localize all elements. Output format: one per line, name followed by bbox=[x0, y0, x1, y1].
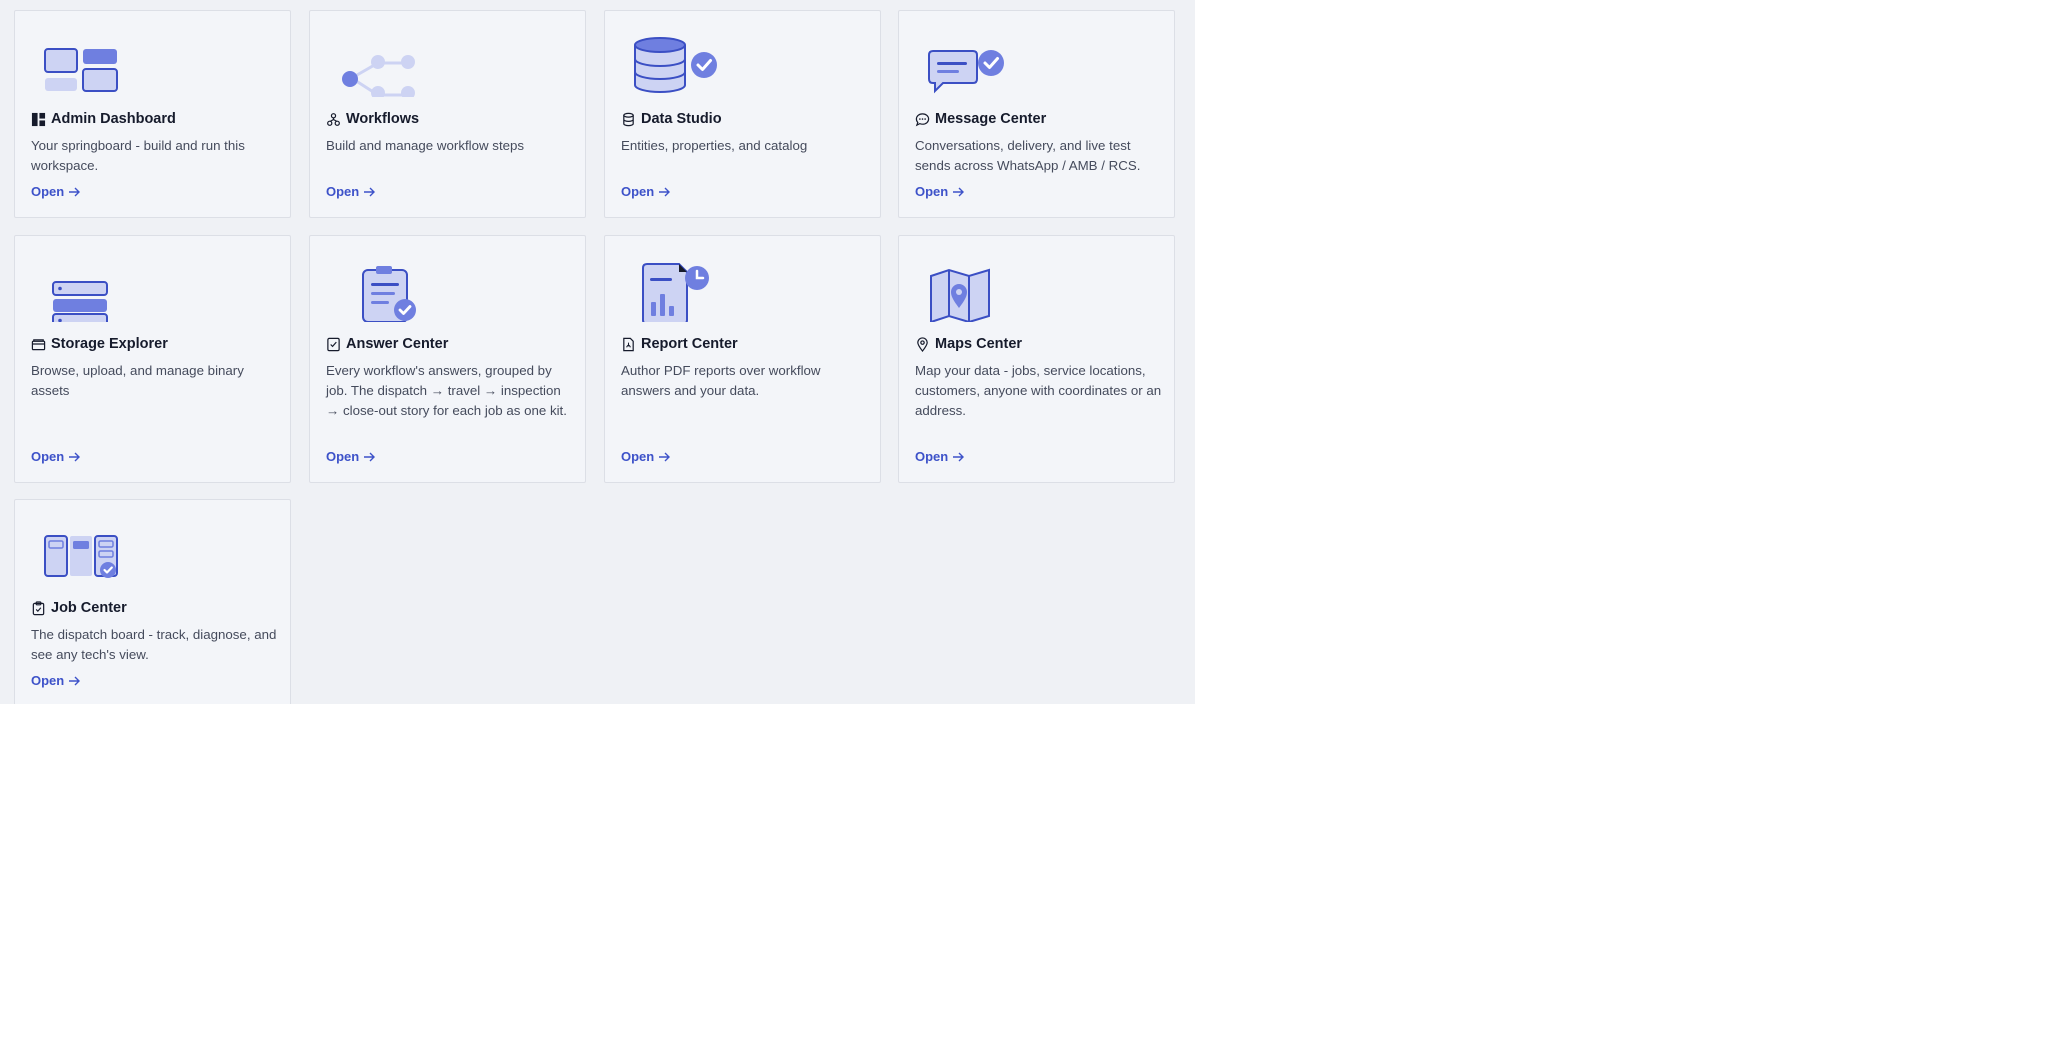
card-title: Maps Center bbox=[915, 336, 1022, 352]
card-description: Map your data - jobs, service locations,… bbox=[915, 363, 1162, 418]
arrow-right-icon bbox=[364, 452, 376, 461]
arrow-right-icon bbox=[659, 452, 671, 461]
dashboard-icon bbox=[31, 112, 46, 126]
card-title: Message Center bbox=[915, 111, 1046, 127]
map-pin-icon bbox=[917, 336, 928, 352]
card-answer-center[interactable]: Answer Center Every workflow's answers, … bbox=[309, 235, 586, 483]
card-description: Build and manage workflow steps bbox=[326, 138, 525, 153]
card-workflows[interactable]: Workflows Build and manage workflow step… bbox=[309, 10, 586, 218]
database-illustration bbox=[634, 37, 717, 93]
arrow-right-icon bbox=[69, 676, 81, 685]
checklist-icon bbox=[327, 337, 340, 351]
clipboard-illustration bbox=[362, 266, 416, 322]
card-description: Browse, upload, and manage binary assets bbox=[31, 363, 244, 398]
apps-panel: Admin Dashboard Your springboard - build… bbox=[0, 0, 1195, 704]
storage-icon bbox=[31, 338, 46, 350]
job-board-illustration bbox=[44, 535, 118, 578]
report-illustration bbox=[642, 263, 709, 322]
card-description: Entities, properties, and catalog bbox=[621, 138, 808, 153]
open-link[interactable]: Open bbox=[621, 449, 671, 464]
card-admin-dashboard[interactable]: Admin Dashboard Your springboard - build… bbox=[14, 10, 291, 218]
open-link[interactable]: Open bbox=[31, 449, 81, 464]
card-description: Every workflow's answers, grouped by job… bbox=[326, 363, 567, 418]
map-illustration bbox=[930, 268, 990, 322]
card-data-studio[interactable]: Data Studio Entities, properties, and ca… bbox=[604, 10, 881, 218]
pdf-file-icon bbox=[623, 337, 634, 351]
card-title: Admin Dashboard bbox=[31, 111, 176, 127]
card-title: Workflows bbox=[326, 111, 419, 127]
database-icon bbox=[623, 112, 634, 126]
arrow-right-icon bbox=[953, 187, 965, 196]
dashboard-illustration bbox=[44, 48, 118, 92]
open-link[interactable]: Open bbox=[31, 184, 81, 199]
card-title: Data Studio bbox=[621, 111, 722, 127]
card-description: Conversations, delivery, and live test s… bbox=[915, 138, 1141, 173]
open-link[interactable]: Open bbox=[621, 184, 671, 199]
card-report-center[interactable]: Report Center Author PDF reports over wo… bbox=[604, 235, 881, 483]
workflow-icon bbox=[327, 112, 340, 126]
card-message-center[interactable]: Message Center Conversations, delivery, … bbox=[898, 10, 1175, 218]
open-link[interactable]: Open bbox=[326, 449, 376, 464]
open-link[interactable]: Open bbox=[31, 673, 81, 688]
open-link[interactable]: Open bbox=[326, 184, 376, 199]
message-icon bbox=[915, 112, 930, 126]
message-illustration bbox=[928, 50, 1004, 94]
card-job-center[interactable]: Job Center The dispatch board - track, d… bbox=[14, 499, 291, 704]
card-description: Author PDF reports over workflow answers… bbox=[621, 363, 821, 398]
card-title: Job Center bbox=[31, 600, 127, 616]
open-link[interactable]: Open bbox=[915, 449, 965, 464]
arrow-right-icon bbox=[69, 187, 81, 196]
arrow-right-icon bbox=[69, 452, 81, 461]
card-maps-center[interactable]: Maps Center Map your data - jobs, servic… bbox=[898, 235, 1175, 483]
storage-illustration bbox=[52, 281, 108, 322]
card-title: Storage Explorer bbox=[31, 336, 168, 352]
arrow-right-icon bbox=[659, 187, 671, 196]
card-title: Report Center bbox=[621, 336, 738, 352]
arrow-right-icon bbox=[364, 187, 376, 196]
workflow-illustration bbox=[342, 55, 415, 97]
open-link[interactable]: Open bbox=[915, 184, 965, 199]
card-storage-explorer[interactable]: Storage Explorer Browse, upload, and man… bbox=[14, 235, 291, 483]
card-title: Answer Center bbox=[326, 336, 448, 352]
card-description: The dispatch board - track, diagnose, an… bbox=[31, 627, 277, 662]
card-description: Your springboard - build and run this wo… bbox=[31, 138, 245, 173]
arrow-right-icon bbox=[953, 452, 965, 461]
clipboard-icon bbox=[32, 600, 45, 615]
